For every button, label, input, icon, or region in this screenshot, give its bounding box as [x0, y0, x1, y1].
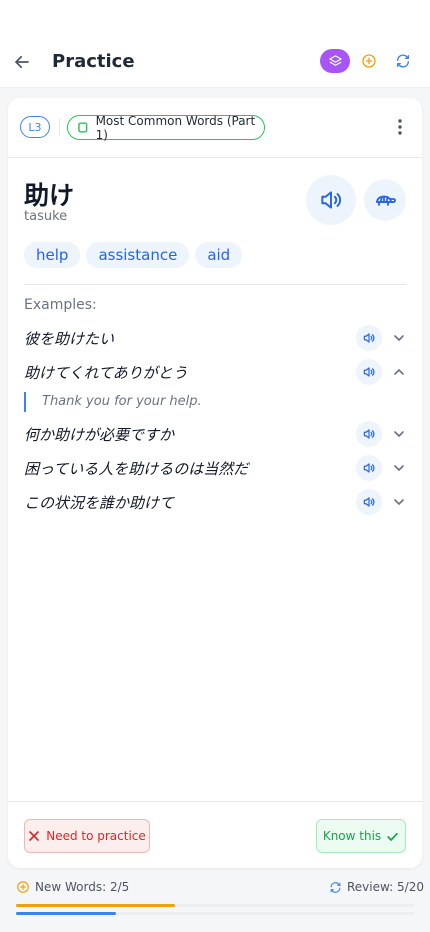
speaker-icon: [363, 429, 375, 439]
collapse-button[interactable]: [390, 363, 408, 381]
add-new-button[interactable]: [358, 49, 380, 73]
example-row[interactable]: 何か助けが必要ですか: [24, 421, 406, 447]
meaning-chip: aid: [195, 242, 243, 268]
chevron-down-icon: [394, 431, 404, 437]
more-vertical-icon: [398, 119, 402, 135]
need-to-practice-label: Need to practice: [46, 829, 146, 843]
page-title: Practice: [52, 51, 135, 72]
back-button[interactable]: [10, 50, 34, 74]
example-audio-button[interactable]: [356, 455, 382, 481]
review-progress-bar: [16, 912, 414, 915]
word-romaji: tasuke: [24, 209, 68, 224]
flashcard: L3 Most Common Words (Part 1) 助け tasuke …: [8, 98, 422, 868]
example-row[interactable]: 助けてくれてありがとう: [24, 359, 406, 385]
example-text: 困っている人を助けるのは当然だ: [24, 460, 249, 478]
app-header: Practice: [0, 0, 430, 88]
speaker-icon: [363, 333, 375, 343]
chevron-down-icon: [394, 499, 404, 505]
example-text: 助けてくれてありがとう: [24, 364, 188, 382]
example-audio-button[interactable]: [356, 421, 382, 447]
speaker-icon: [363, 367, 375, 377]
know-this-button[interactable]: Know this: [316, 819, 406, 853]
turtle-icon: [376, 195, 396, 206]
expand-button[interactable]: [390, 329, 408, 347]
play-audio-button[interactable]: [306, 175, 356, 225]
speaker-icon: [321, 191, 342, 209]
card-top-bar: L3 Most Common Words (Part 1): [8, 98, 422, 158]
know-this-label: Know this: [322, 829, 382, 843]
new-words-progress-bar: [16, 904, 414, 907]
word-kanji: 助け: [24, 181, 75, 210]
need-to-practice-button[interactable]: Need to practice: [24, 819, 150, 853]
example-row[interactable]: 困っている人を助けるのは当然だ: [24, 455, 406, 481]
deck-name: Most Common Words (Part 1): [95, 113, 256, 142]
check-icon: [387, 832, 398, 841]
refresh-icon: [330, 881, 341, 893]
review-status: Review: 5/20: [329, 880, 424, 894]
chevron-down-icon: [394, 465, 404, 471]
review-label: Review: 5/20: [347, 880, 424, 894]
example-text: この状況を誰か助けて: [24, 494, 175, 512]
deck-chip[interactable]: Most Common Words (Part 1): [67, 113, 265, 142]
speaker-icon: [363, 497, 375, 507]
examples-heading: Examples:: [24, 297, 97, 313]
more-menu-button[interactable]: [390, 116, 410, 138]
refresh-button[interactable]: [392, 49, 414, 73]
section-divider: [24, 284, 406, 285]
meaning-chip: help: [24, 242, 81, 268]
chevron-down-icon: [394, 335, 404, 341]
expand-button[interactable]: [390, 459, 408, 477]
chevron-up-icon: [394, 369, 404, 375]
card-actions: Need to practice Know this: [8, 801, 422, 868]
plus-circle-icon: [362, 54, 376, 68]
example-text: 何か助けが必要ですか: [24, 426, 175, 444]
deck-stack-button[interactable]: [320, 49, 350, 73]
plus-circle-icon: [17, 881, 29, 893]
refresh-icon: [397, 54, 409, 68]
expand-button[interactable]: [390, 425, 408, 443]
meaning-list: help assistance aid: [24, 242, 243, 268]
divider: [59, 118, 60, 136]
speaker-icon: [363, 463, 375, 473]
back-arrow-icon: [15, 55, 29, 69]
example-audio-button[interactable]: [356, 489, 382, 515]
layers-icon: [328, 54, 342, 66]
example-row[interactable]: この状況を誰か助けて: [24, 489, 406, 515]
new-words-status: New Words: 2/5: [16, 880, 129, 894]
new-words-progress-fill: [16, 904, 176, 907]
level-badge: L3: [20, 116, 50, 138]
example-translation: Thank you for your help.: [24, 392, 384, 412]
example-row[interactable]: 彼を助けたい: [24, 325, 406, 351]
book-icon: [78, 122, 88, 133]
example-audio-button[interactable]: [356, 359, 382, 385]
meaning-chip: assistance: [86, 242, 190, 268]
example-audio-button[interactable]: [356, 325, 382, 351]
play-slow-audio-button[interactable]: [364, 179, 406, 221]
close-icon: [29, 831, 40, 841]
example-text: 彼を助けたい: [24, 330, 115, 348]
new-words-label: New Words: 2/5: [35, 880, 130, 894]
expand-button[interactable]: [390, 493, 408, 511]
review-progress-fill: [16, 912, 116, 915]
